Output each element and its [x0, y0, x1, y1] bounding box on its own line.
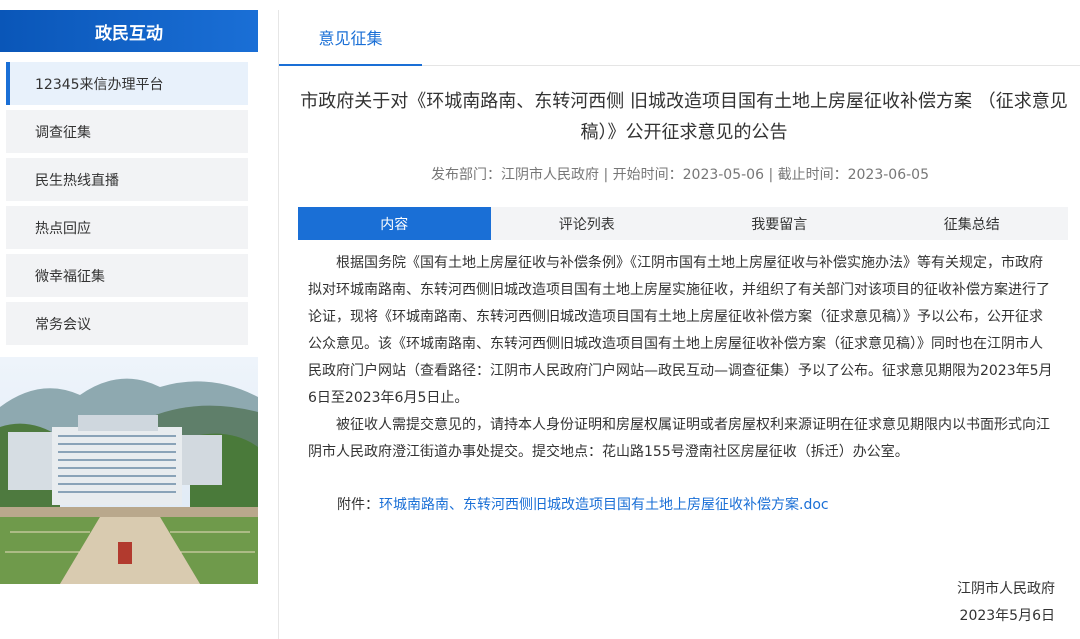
signature-date: 2023年5月6日 [959, 608, 1055, 624]
tab-leave-message[interactable]: 我要留言 [683, 207, 876, 240]
article-body: 根据国务院《国有土地上房屋征收与补偿条例》《江阴市国有土地上房屋征收与补偿实施办… [308, 250, 1053, 466]
sidebar-item-survey[interactable]: 调查征集 [6, 110, 248, 153]
sidebar-item-happiness[interactable]: 微幸福征集 [6, 254, 248, 297]
content-tabs: 内容 评论列表 我要留言 征集总结 [298, 207, 1068, 240]
article-paragraph: 根据国务院《国有土地上房屋征收与补偿条例》《江阴市国有土地上房屋征收与补偿实施办… [308, 255, 1053, 406]
sidebar-item-hot-response[interactable]: 热点回应 [6, 206, 248, 249]
tab-opinion-collection[interactable]: 意见征集 [279, 10, 422, 66]
signature-org: 江阴市人民政府 [957, 581, 1055, 597]
tab-comment-list[interactable]: 评论列表 [491, 207, 684, 240]
attachment-label: 附件： [337, 497, 379, 513]
sidebar-nav: 12345来信办理平台 调查征集 民生热线直播 热点回应 微幸福征集 常务会议 [0, 62, 258, 350]
attachment: 附件：环城南路南、东转河西侧旧城改造项目国有土地上房屋征收补偿方案.doc [337, 494, 829, 514]
sidebar-item-executive-meeting[interactable]: 常务会议 [6, 302, 248, 345]
top-tab-bar: 意见征集 [279, 10, 1080, 66]
main-content: 意见征集 市政府关于对《环城南路南、东转河西侧 旧城改造项目国有土地上房屋征收补… [278, 10, 1080, 639]
tab-collection-summary[interactable]: 征集总结 [876, 207, 1069, 240]
sidebar-item-hotline-live[interactable]: 民生热线直播 [6, 158, 248, 201]
page-title: 市政府关于对《环城南路南、东转河西侧 旧城改造项目国有土地上房屋征收补偿方案 （… [300, 91, 1068, 143]
publish-meta: 发布部门：江阴市人民政府 | 开始时间：2023-05-06 | 截止时间：20… [431, 167, 929, 183]
sidebar-item-12345[interactable]: 12345来信办理平台 [6, 62, 248, 105]
attachment-link[interactable]: 环城南路南、东转河西侧旧城改造项目国有土地上房屋征收补偿方案.doc [379, 497, 829, 513]
sidebar: 政民互动 12345来信办理平台 调查征集 民生热线直播 热点回应 微幸福征集 … [0, 0, 258, 639]
tab-content[interactable]: 内容 [298, 207, 491, 240]
article-paragraph: 被征收人需提交意见的，请持本人身份证明和房屋权属证明或者房屋权利来源证明在征求意… [308, 417, 1050, 460]
city-hall-photo [0, 357, 258, 584]
sidebar-title: 政民互动 [0, 10, 258, 52]
signature: 江阴市人民政府 2023年5月6日 [957, 576, 1055, 630]
